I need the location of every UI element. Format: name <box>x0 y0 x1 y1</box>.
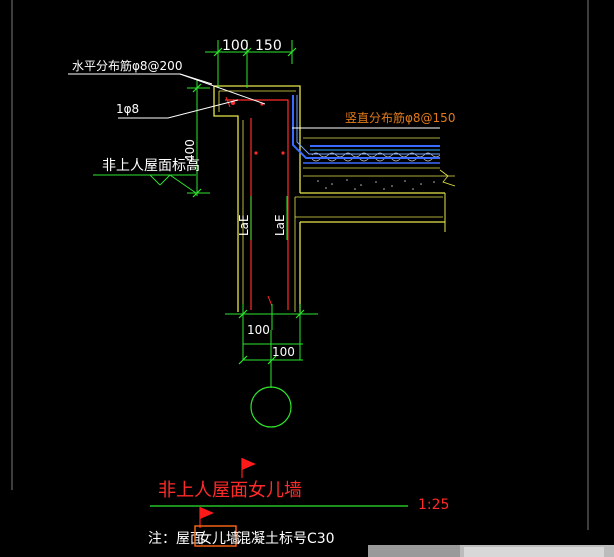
leader-lines <box>68 73 266 119</box>
note-suffix: 混凝土标号C30 <box>237 531 335 547</box>
label-roof-elevation: 非上人屋面标高 <box>102 157 200 174</box>
drawing-scale: 1:25 <box>418 497 449 513</box>
waterproof-membrane <box>292 95 440 159</box>
dim-bottom-second: 100 <box>272 345 295 359</box>
cad-viewport[interactable]: 100 150 100 100 400 水平分布筋φ8@200 1φ8 竖直分布… <box>0 0 614 557</box>
note-highlight: 女儿墙 <box>198 530 240 547</box>
grid-axis-circle <box>250 386 292 428</box>
dimension-lines <box>93 40 318 388</box>
dim-bottom-first: 100 <box>247 323 270 337</box>
label-anchor-left: LaE <box>237 214 251 236</box>
rebar <box>225 96 289 310</box>
dim-top-left: 100 <box>222 38 249 54</box>
status-cell-a[interactable] <box>368 545 460 557</box>
roof-layers <box>303 137 456 190</box>
status-bar <box>368 545 614 557</box>
dim-top-right: 150 <box>255 38 282 54</box>
label-anchor-right: LaE <box>273 214 287 236</box>
title-flag-2 <box>199 507 214 528</box>
drawing-title: 非上人屋面女儿墙 <box>158 480 302 501</box>
label-single-bar: 1φ8 <box>116 102 139 116</box>
label-horizontal-rebar: 水平分布筋φ8@200 <box>72 58 182 73</box>
title-flag-1 <box>241 458 256 478</box>
parapet-detail-drawing: 100 150 100 100 400 水平分布筋φ8@200 1φ8 竖直分布… <box>11 0 589 547</box>
label-vertical-rebar: 竖直分布筋φ8@150 <box>345 110 455 125</box>
status-cell-b[interactable] <box>464 547 604 557</box>
